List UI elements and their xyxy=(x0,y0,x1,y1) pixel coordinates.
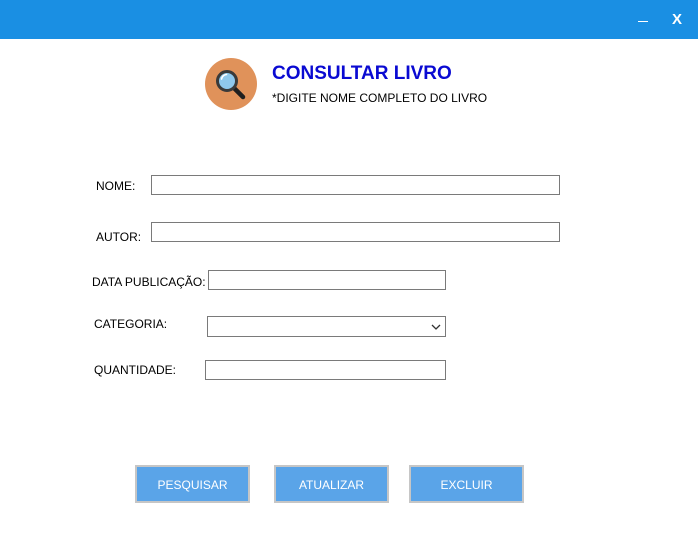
categoria-select[interactable] xyxy=(207,316,446,337)
minimize-button[interactable] xyxy=(630,0,656,39)
quantidade-label: QUANTIDADE: xyxy=(94,363,177,377)
nome-input[interactable] xyxy=(151,175,560,195)
minimize-icon xyxy=(638,21,648,22)
autor-input[interactable] xyxy=(151,222,560,242)
excluir-button[interactable]: EXCLUIR xyxy=(409,465,524,503)
page-title: CONSULTAR LIVRO xyxy=(272,63,452,84)
close-button[interactable]: X xyxy=(662,0,692,39)
nome-label: NOME: xyxy=(96,179,136,193)
magnifier-icon xyxy=(205,58,257,110)
atualizar-button[interactable]: ATUALIZAR xyxy=(274,465,389,503)
chevron-down-icon xyxy=(431,324,441,330)
title-bar: X xyxy=(0,0,698,39)
categoria-label: CATEGORIA: xyxy=(94,317,168,331)
quantidade-input[interactable] xyxy=(205,360,446,380)
data-publicacao-input[interactable] xyxy=(208,270,446,290)
excluir-button-label: EXCLUIR xyxy=(414,470,519,498)
atualizar-button-label: ATUALIZAR xyxy=(279,470,384,498)
pesquisar-button-label: PESQUISAR xyxy=(140,470,245,498)
autor-label: AUTOR: xyxy=(96,230,142,244)
page-subtitle: *DIGITE NOME COMPLETO DO LIVRO xyxy=(272,91,488,105)
pesquisar-button[interactable]: PESQUISAR xyxy=(135,465,250,503)
data-publicacao-label: DATA PUBLICAÇÃO: xyxy=(92,275,206,289)
